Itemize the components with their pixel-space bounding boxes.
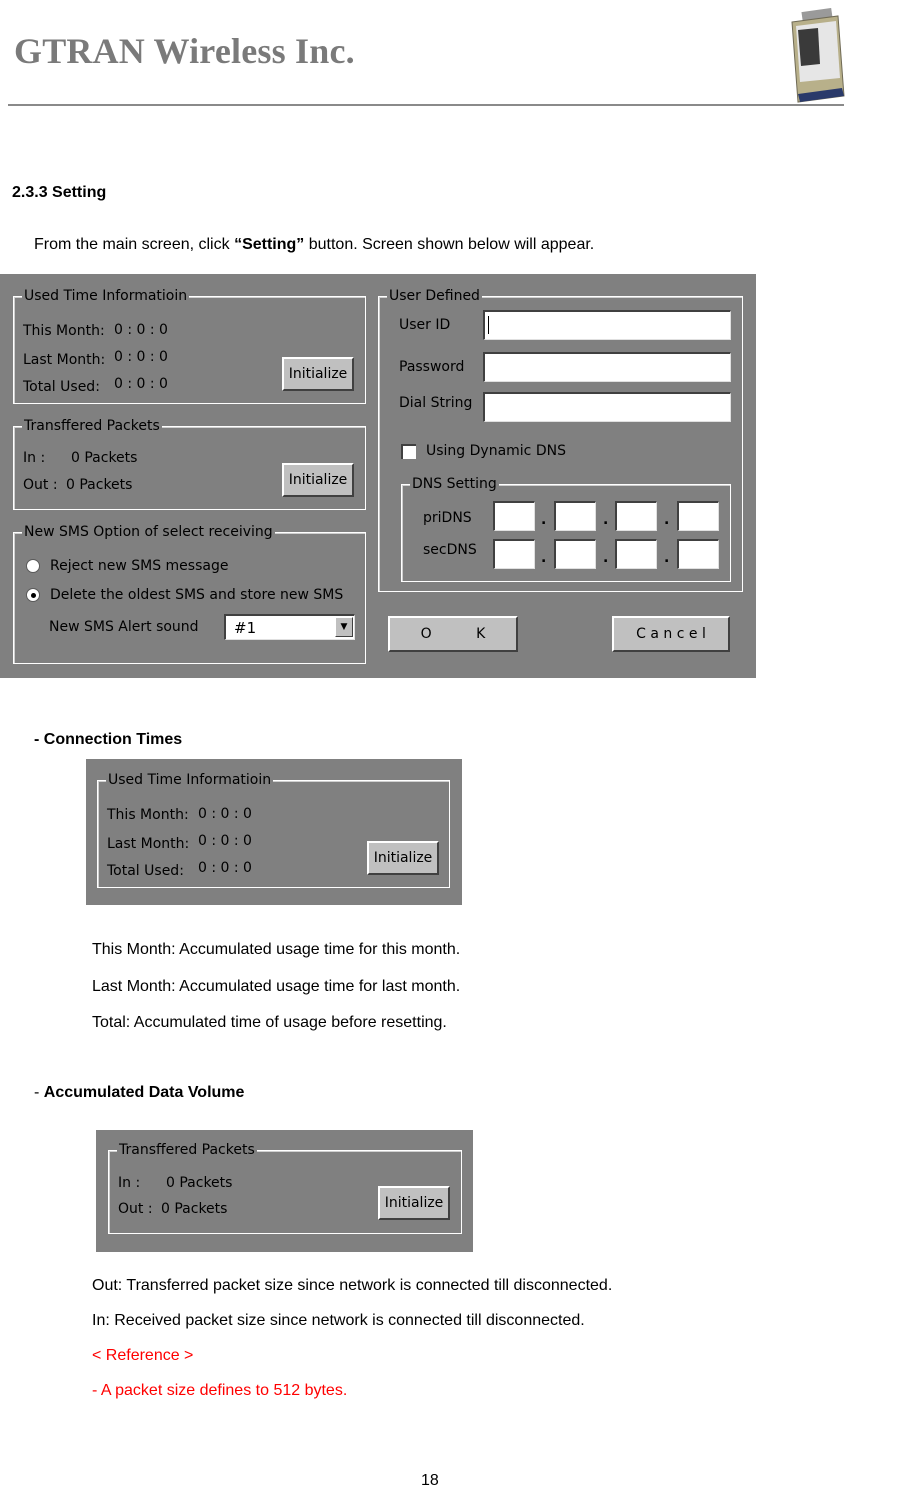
password-input[interactable] [483,352,731,382]
packets-out-label: Out : [23,477,58,493]
dynamic-dns-label[interactable]: Using Dynamic DNS [426,442,566,460]
connection-times-heading: - Connection Times [34,731,183,748]
user-id-input[interactable] [483,310,731,340]
pri-dns-sep-1: . [541,512,547,528]
packets-crop: Transffered Packets In : 0 Packets Out :… [96,1128,473,1252]
page-number: 18 [421,1472,439,1489]
last-month-label-crop: Last Month: [107,836,190,852]
sec-dns-octet-2[interactable] [554,539,596,569]
last-month-label: Last Month: [23,352,106,368]
used-time-title-crop: Used Time Informatioin [106,771,274,789]
settings-dialog: Used Time Informatioin This Month: 0 : 0… [0,274,756,678]
initialize-packets-button-crop[interactable]: Initialize [378,1186,450,1220]
pri-dns-octet-4[interactable] [677,501,719,531]
delete-oldest-sms-label[interactable]: Delete the oldest SMS and store new SMS [50,586,343,604]
total-used-label: Total Used: [23,379,100,395]
sec-dns-label: secDNS [423,542,477,558]
pri-dns-octet-1[interactable] [493,501,535,531]
ok-button[interactable]: O K [388,616,518,652]
delete-oldest-sms-radio[interactable] [26,588,40,602]
pri-dns-sep-3: . [664,512,670,528]
initialize-packets-button[interactable]: Initialize [282,463,354,497]
packets-out-label-crop: Out : [118,1201,153,1217]
intro-text: From the main screen, click “Setting” bu… [34,236,594,254]
used-time-crop: Used Time Informatioin This Month: 0 : 0… [86,759,462,905]
reference-title: < Reference > [92,1347,194,1364]
sms-options-title: New SMS Option of select receiving [22,523,275,541]
alert-sound-label: New SMS Alert sound [49,619,199,635]
sec-dns-sep-1: . [541,550,547,566]
data-volume-prefix: - [34,1084,44,1101]
sec-dns-sep-3: . [664,550,670,566]
dial-string-input[interactable] [483,392,731,422]
intro-after: button. Screen shown below will appear. [304,236,595,253]
total-used-label-crop: Total Used: [107,863,184,879]
sec-dns-octet-1[interactable] [493,539,535,569]
packets-in-value-crop: 0 Packets [166,1175,233,1191]
pri-dns-octet-2[interactable] [554,501,596,531]
pc-card-modem-image [788,7,846,104]
company-name: GTRAN Wireless Inc. [14,31,355,71]
chevron-down-icon[interactable]: ▼ [335,617,353,637]
header-divider [8,104,844,106]
pri-dns-octet-3[interactable] [615,501,657,531]
sec-dns-octet-4[interactable] [677,539,719,569]
desc-last-month: Last Month: Accumulated usage time for l… [92,978,461,995]
password-label: Password [399,359,465,375]
used-time-title: Used Time Informatioin [22,287,190,305]
sec-dns-sep-2: . [603,550,609,566]
this-month-value: 0 : 0 : 0 [114,322,168,338]
user-defined-title: User Defined [387,287,482,305]
initialize-time-button-crop[interactable]: Initialize [367,841,439,875]
total-used-value: 0 : 0 : 0 [114,376,168,392]
pri-dns-label: priDNS [423,510,472,526]
intro-before: From the main screen, click [34,236,235,253]
packets-out-value: 0 Packets [66,477,133,493]
user-id-label: User ID [399,317,451,333]
initialize-time-button[interactable]: Initialize [282,357,354,391]
dns-setting-title: DNS Setting [410,475,499,493]
desc-total: Total: Accumulated time of usage before … [92,1014,447,1031]
packets-out-value-crop: 0 Packets [161,1201,228,1217]
packets-in-label-crop: In : [118,1175,141,1191]
section-heading: 2.3.3 Setting [12,184,107,201]
cancel-button[interactable]: C a n c e l [612,616,730,652]
intro-setting-bold: “Setting” [234,236,305,253]
packets-in-label: In : [23,450,46,466]
data-volume-title: Accumulated Data Volume [43,1084,245,1101]
this-month-label-crop: This Month: [107,807,189,823]
packets-title-crop: Transffered Packets [117,1141,257,1159]
desc-this-month: This Month: Accumulated usage time for t… [92,941,461,958]
data-volume-heading: - Accumulated Data Volume [34,1084,244,1102]
radio-selected-dot [31,593,36,598]
this-month-value-crop: 0 : 0 : 0 [198,806,252,822]
alert-sound-select[interactable]: #1 ▼ [224,614,355,640]
desc-out: Out: Transferred packet size since netwo… [92,1277,613,1294]
reject-sms-radio[interactable] [26,559,40,573]
dynamic-dns-checkbox[interactable] [401,444,416,459]
dial-string-label: Dial String [399,395,473,411]
pri-dns-sep-2: . [603,512,609,528]
last-month-value: 0 : 0 : 0 [114,349,168,365]
text-caret [488,316,489,334]
reference-note: - A packet size defines to 512 bytes. [92,1382,348,1399]
packets-in-value: 0 Packets [71,450,138,466]
sec-dns-octet-3[interactable] [615,539,657,569]
packets-title: Transffered Packets [22,417,162,435]
desc-in: In: Received packet size since network i… [92,1312,585,1329]
total-used-value-crop: 0 : 0 : 0 [198,860,252,876]
last-month-value-crop: 0 : 0 : 0 [198,833,252,849]
reject-sms-label[interactable]: Reject new SMS message [50,557,228,575]
this-month-label: This Month: [23,323,105,339]
alert-sound-value: #1 [234,619,257,637]
crop-edge-line [96,1128,473,1130]
